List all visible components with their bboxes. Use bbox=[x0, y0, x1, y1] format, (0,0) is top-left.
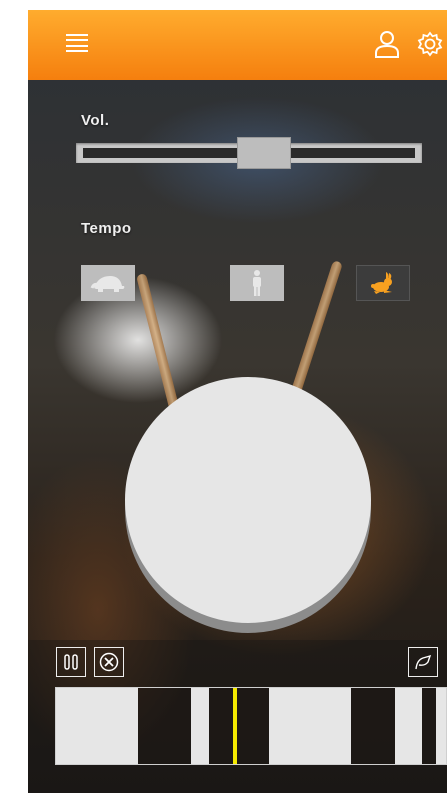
timeline-segment bbox=[395, 688, 422, 764]
tempo-slow-button[interactable] bbox=[81, 265, 135, 301]
rabbit-icon bbox=[371, 272, 392, 294]
pause-button[interactable] bbox=[56, 647, 86, 677]
person-icon bbox=[253, 270, 261, 296]
clear-button[interactable] bbox=[94, 647, 124, 677]
tempo-fast-button[interactable] bbox=[356, 265, 410, 301]
drumstick-background-image bbox=[287, 260, 343, 406]
timeline-segment bbox=[56, 688, 138, 764]
share-curve-icon bbox=[415, 654, 432, 670]
pause-icon bbox=[64, 654, 78, 670]
turtle-icon bbox=[90, 276, 125, 292]
app-screen: Vol. Tempo bbox=[28, 10, 447, 793]
timeline-playhead[interactable] bbox=[233, 688, 237, 764]
share-button[interactable] bbox=[408, 647, 438, 677]
tempo-normal-button[interactable] bbox=[230, 265, 284, 301]
gear-icon[interactable] bbox=[416, 30, 444, 58]
recording-timeline[interactable] bbox=[55, 687, 447, 765]
volume-slider[interactable] bbox=[76, 137, 422, 169]
clear-circle-x-icon bbox=[99, 652, 119, 672]
volume-label: Vol. bbox=[81, 112, 110, 129]
app-header bbox=[28, 10, 447, 80]
hamburger-menu-icon[interactable] bbox=[66, 34, 88, 52]
drum-pad[interactable] bbox=[125, 377, 371, 623]
user-icon[interactable] bbox=[374, 30, 400, 58]
volume-slider-thumb[interactable] bbox=[237, 137, 291, 169]
timeline-segment bbox=[191, 688, 209, 764]
tempo-label: Tempo bbox=[81, 220, 132, 237]
timeline-segment bbox=[269, 688, 351, 764]
timeline-segment bbox=[436, 688, 446, 764]
drumstick-background-image bbox=[136, 273, 182, 421]
